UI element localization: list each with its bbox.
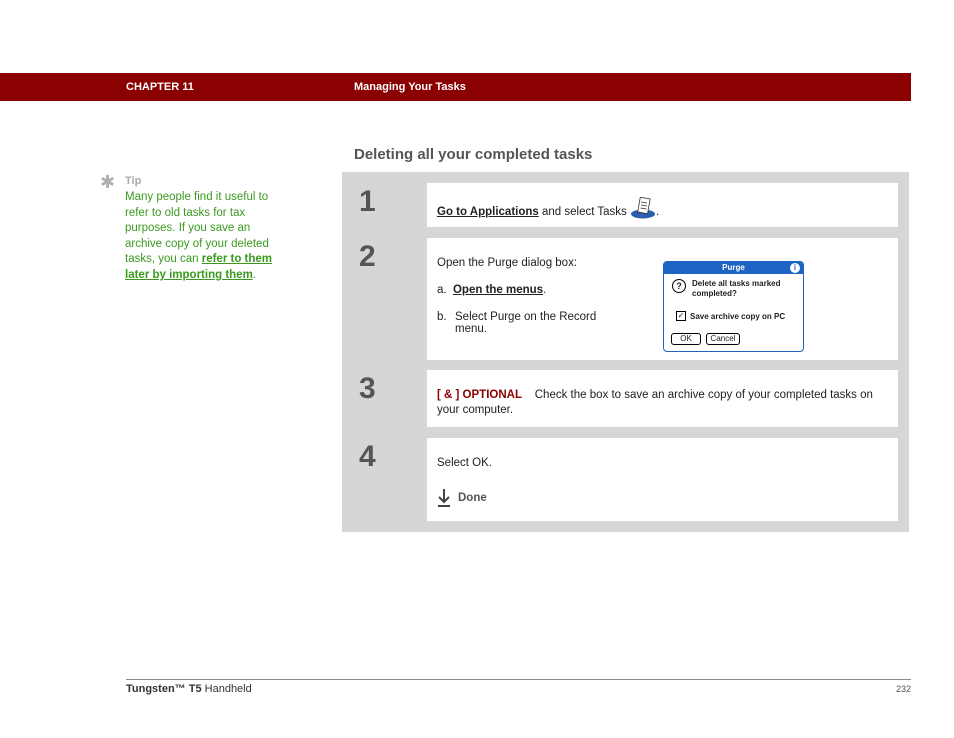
step-number: 1 [359,185,376,218]
chapter-number: CHAPTER 11 [126,81,194,93]
product-name: Tungsten™ T5 [126,683,202,695]
tip-text: Many people find it useful to refer to o… [125,190,275,284]
footer-rule [126,679,911,680]
step-2-intro: Open the Purge dialog box: [437,257,578,269]
step-1-end: . [656,206,660,219]
steps-panel: 1 Go to Applications and select Tasks . … [342,172,909,532]
archive-checkbox-label: Save archive copy on PC [690,311,786,321]
chapter-title: Managing Your Tasks [354,81,466,93]
cancel-button[interactable]: Cancel [706,333,740,345]
product-suffix: Handheld [204,683,252,695]
section-title: Deleting all your completed tasks [354,146,593,163]
step-1: 1 Go to Applications and select Tasks . [353,183,898,227]
archive-checkbox[interactable]: ✓ [676,311,686,321]
footer-product: Tungsten™ T5 Handheld [126,683,252,695]
step-2: 2 Open the Purge dialog box: a. Open the… [353,238,898,360]
step-number: 4 [359,440,376,473]
page-number: 232 [895,684,911,694]
done-arrow-icon [437,489,451,507]
step-number: 3 [359,372,376,405]
substep-b-text: Select Purge on the Record menu. [455,311,597,335]
step-1-text: and select Tasks [542,206,627,219]
dialog-title: Purge [664,262,803,274]
tip-label: Tip [125,175,142,187]
step-number: 2 [359,240,376,273]
dialog-message: Delete all tasks marked completed? [692,279,781,298]
done-label: Done [458,492,487,504]
tasks-icon [630,196,656,219]
purge-dialog-image: Purge i ? Delete all tasks marked comple… [663,261,804,352]
optional-label: [ & ] OPTIONAL [437,389,522,401]
question-icon: ? [672,279,686,293]
chapter-header: CHAPTER 11 Managing Your Tasks [0,73,911,101]
substep-b-label: b. [437,311,447,323]
open-menus-link[interactable]: Open the menus [453,284,543,296]
step-3: 3 [ & ] OPTIONAL Check the box to save a… [353,370,898,427]
substep-a-label: a. [437,284,447,296]
tip-end: . [252,268,256,281]
info-icon: i [790,263,800,273]
ok-button[interactable]: OK [671,333,701,345]
go-to-applications-link[interactable]: Go to Applications [437,206,539,218]
step-4-text: Select OK. [437,457,492,469]
tip-star-icon: ✱ [100,172,116,192]
step-4: 4 Select OK. Done [353,438,898,521]
